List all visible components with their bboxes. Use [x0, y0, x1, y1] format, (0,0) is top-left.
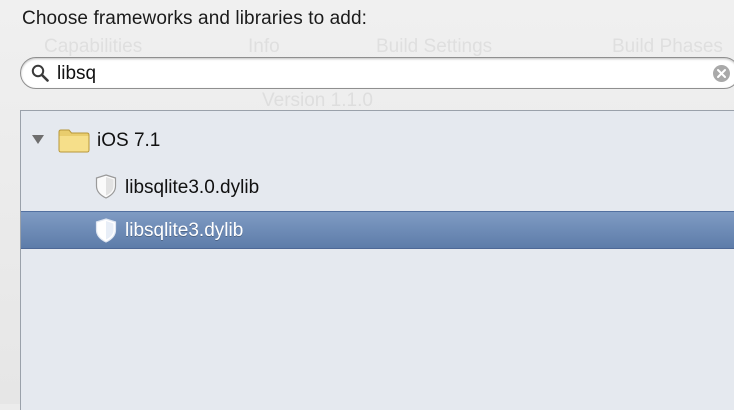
- list-item-libsqlite3-0[interactable]: libsqlite3.0.dylib: [21, 169, 734, 205]
- clear-search-icon[interactable]: [712, 64, 731, 83]
- add-framework-sheet: Capabilities Info Build Settings Build P…: [0, 0, 734, 410]
- magnifier-icon: [31, 64, 49, 82]
- folder-icon: [58, 129, 90, 153]
- background-version-text: Version 1.1.0: [262, 90, 373, 111]
- disclosure-triangle-icon[interactable]: [32, 133, 44, 145]
- group-row-ios[interactable]: iOS 7.1: [21, 122, 734, 158]
- group-label: iOS 7.1: [97, 130, 161, 151]
- library-shield-icon: [95, 174, 117, 199]
- search-field[interactable]: libsq: [20, 57, 734, 89]
- list-item-label: libsqlite3.dylib: [125, 220, 244, 241]
- search-input[interactable]: libsq: [57, 63, 96, 85]
- background-tab-info: Info: [248, 36, 280, 57]
- background-tab-build-phases: Build Phases: [612, 36, 723, 57]
- library-shield-icon: [95, 218, 117, 243]
- background-tab-capabilities: Capabilities: [44, 36, 143, 57]
- dialog-prompt: Choose frameworks and libraries to add:: [22, 8, 368, 29]
- background-tab-build-settings: Build Settings: [376, 36, 493, 57]
- framework-list[interactable]: iOS 7.1 libsqlite3.0.dylib libsqlite3.dy…: [20, 110, 734, 410]
- list-item-libsqlite3-selected[interactable]: libsqlite3.dylib: [21, 211, 734, 249]
- list-item-label: libsqlite3.0.dylib: [125, 177, 260, 198]
